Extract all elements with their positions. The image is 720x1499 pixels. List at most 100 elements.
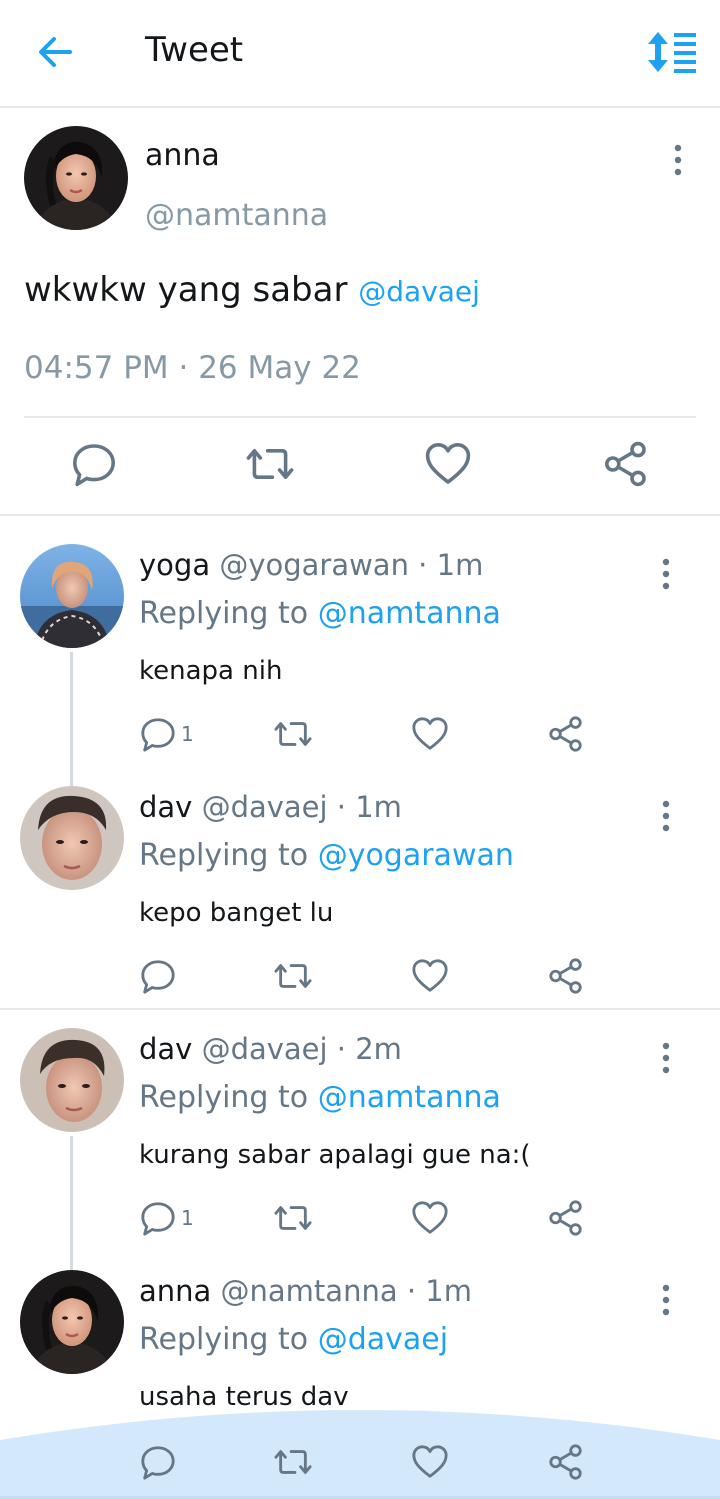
avatar[interactable] bbox=[20, 1270, 124, 1374]
retweet-button[interactable] bbox=[246, 440, 296, 490]
like-button[interactable] bbox=[411, 956, 449, 996]
share-icon bbox=[602, 440, 650, 488]
more-options-button[interactable] bbox=[654, 1040, 678, 1076]
reply-header: yoga @yogarawan · 1m bbox=[139, 548, 483, 582]
more-vertical-icon bbox=[654, 1040, 678, 1076]
more-options-button[interactable] bbox=[654, 1282, 678, 1318]
sort-replies-button[interactable] bbox=[644, 30, 700, 74]
reply-icon bbox=[139, 715, 177, 753]
author-handle-time[interactable]: @davaej · 2m bbox=[202, 1032, 402, 1066]
replying-to: Replying to @namtanna bbox=[139, 596, 501, 631]
main-tweet: anna @namtanna wkwkw yang sabar @davaej … bbox=[0, 110, 720, 516]
reply-tweet[interactable]: dav @davaej · 1m Replying to @yogarawan … bbox=[0, 760, 720, 1002]
replying-to: Replying to @namtanna bbox=[139, 1080, 501, 1115]
heart-icon bbox=[424, 440, 472, 488]
share-icon bbox=[547, 715, 585, 753]
reply-button[interactable]: 1 bbox=[139, 714, 194, 754]
more-vertical-icon bbox=[666, 142, 690, 178]
reply-text: usaha terus dav bbox=[139, 1382, 349, 1412]
tweet-text: wkwkw yang sabar @davaej bbox=[24, 270, 480, 310]
share-button[interactable] bbox=[547, 714, 585, 754]
replying-to-label: Replying to bbox=[139, 838, 309, 873]
avatar[interactable] bbox=[24, 126, 128, 230]
more-options-button[interactable] bbox=[654, 556, 678, 592]
retweet-button[interactable] bbox=[274, 714, 312, 754]
tweet-body: wkwkw yang sabar bbox=[24, 270, 348, 310]
reply-button[interactable] bbox=[70, 440, 120, 490]
mention-link[interactable]: @davaej bbox=[358, 275, 480, 308]
retweet-icon bbox=[274, 957, 312, 995]
share-button[interactable] bbox=[547, 1442, 585, 1482]
retweet-button[interactable] bbox=[274, 956, 312, 996]
retweet-icon bbox=[274, 1199, 312, 1237]
avatar-image bbox=[24, 126, 128, 230]
like-button[interactable] bbox=[424, 440, 474, 490]
reply-button[interactable] bbox=[139, 956, 181, 996]
author-handle-time[interactable]: @davaej · 1m bbox=[202, 790, 402, 824]
retweet-icon bbox=[274, 1443, 312, 1481]
share-icon bbox=[547, 1199, 585, 1237]
retweet-button[interactable] bbox=[274, 1198, 312, 1238]
author-name[interactable]: anna bbox=[139, 1274, 211, 1308]
more-vertical-icon bbox=[654, 1282, 678, 1318]
heart-icon bbox=[411, 1199, 449, 1237]
reply-text: kenapa nih bbox=[139, 656, 283, 686]
retweet-icon bbox=[274, 715, 312, 753]
author-name[interactable]: dav bbox=[139, 1032, 192, 1066]
more-options-button[interactable] bbox=[666, 142, 690, 178]
tweet-timestamp: 04:57 PM · 26 May 22 bbox=[24, 350, 361, 386]
share-icon bbox=[547, 957, 585, 995]
mention-link[interactable]: @yogarawan bbox=[318, 838, 514, 873]
reply-tweet[interactable]: yoga @yogarawan · 1m Replying to @namtan… bbox=[0, 518, 720, 790]
avatar[interactable] bbox=[20, 1028, 124, 1132]
reply-icon bbox=[139, 1443, 177, 1481]
avatar[interactable] bbox=[20, 786, 124, 890]
replying-to: Replying to @davaej bbox=[139, 1322, 448, 1357]
more-vertical-icon bbox=[654, 556, 678, 592]
retweet-button[interactable] bbox=[274, 1442, 312, 1482]
reply-actions bbox=[0, 1440, 720, 1484]
share-icon bbox=[547, 1443, 585, 1481]
more-vertical-icon bbox=[654, 798, 678, 834]
back-button[interactable] bbox=[36, 34, 76, 70]
replying-to: Replying to @yogarawan bbox=[139, 838, 514, 873]
reply-button[interactable]: 1 bbox=[139, 1198, 194, 1238]
reply-icon bbox=[139, 1199, 177, 1237]
avatar[interactable] bbox=[20, 544, 124, 648]
author-name[interactable]: dav bbox=[139, 790, 192, 824]
mention-link[interactable]: @namtanna bbox=[318, 596, 501, 631]
more-options-button[interactable] bbox=[654, 798, 678, 834]
author-name[interactable]: yoga bbox=[139, 548, 210, 582]
avatar-image bbox=[20, 1028, 124, 1132]
avatar-image bbox=[20, 1270, 124, 1374]
heart-icon bbox=[411, 1443, 449, 1481]
author-handle-time[interactable]: @namtanna · 1m bbox=[221, 1274, 472, 1308]
top-app-bar: Tweet bbox=[0, 0, 720, 108]
avatar-image bbox=[20, 544, 124, 648]
replying-to-label: Replying to bbox=[139, 596, 309, 631]
share-button[interactable] bbox=[547, 956, 585, 996]
reply-text: kepo banget lu bbox=[139, 898, 334, 928]
reply-icon bbox=[139, 957, 177, 995]
reply-count: 1 bbox=[181, 1206, 194, 1230]
reply-icon bbox=[70, 440, 118, 488]
share-button[interactable] bbox=[602, 440, 652, 490]
divider bbox=[24, 416, 696, 418]
heart-icon bbox=[411, 957, 449, 995]
mention-link[interactable]: @namtanna bbox=[318, 1080, 501, 1115]
reply-tweet[interactable]: dav @davaej · 2m Replying to @namtanna k… bbox=[0, 1002, 720, 1274]
like-button[interactable] bbox=[411, 714, 449, 754]
author-handle[interactable]: @namtanna bbox=[145, 198, 328, 233]
share-button[interactable] bbox=[547, 1198, 585, 1238]
author-name[interactable]: anna bbox=[145, 138, 220, 173]
reply-button[interactable] bbox=[139, 1442, 181, 1482]
like-button[interactable] bbox=[411, 1442, 449, 1482]
author-handle-time[interactable]: @yogarawan · 1m bbox=[219, 548, 483, 582]
mention-link[interactable]: @davaej bbox=[318, 1322, 448, 1357]
arrow-left-icon bbox=[39, 37, 72, 67]
replying-to-label: Replying to bbox=[139, 1322, 309, 1357]
avatar-image bbox=[20, 786, 124, 890]
like-button[interactable] bbox=[411, 1198, 449, 1238]
reply-header: anna @namtanna · 1m bbox=[139, 1274, 472, 1308]
reply-header: dav @davaej · 2m bbox=[139, 1032, 402, 1066]
